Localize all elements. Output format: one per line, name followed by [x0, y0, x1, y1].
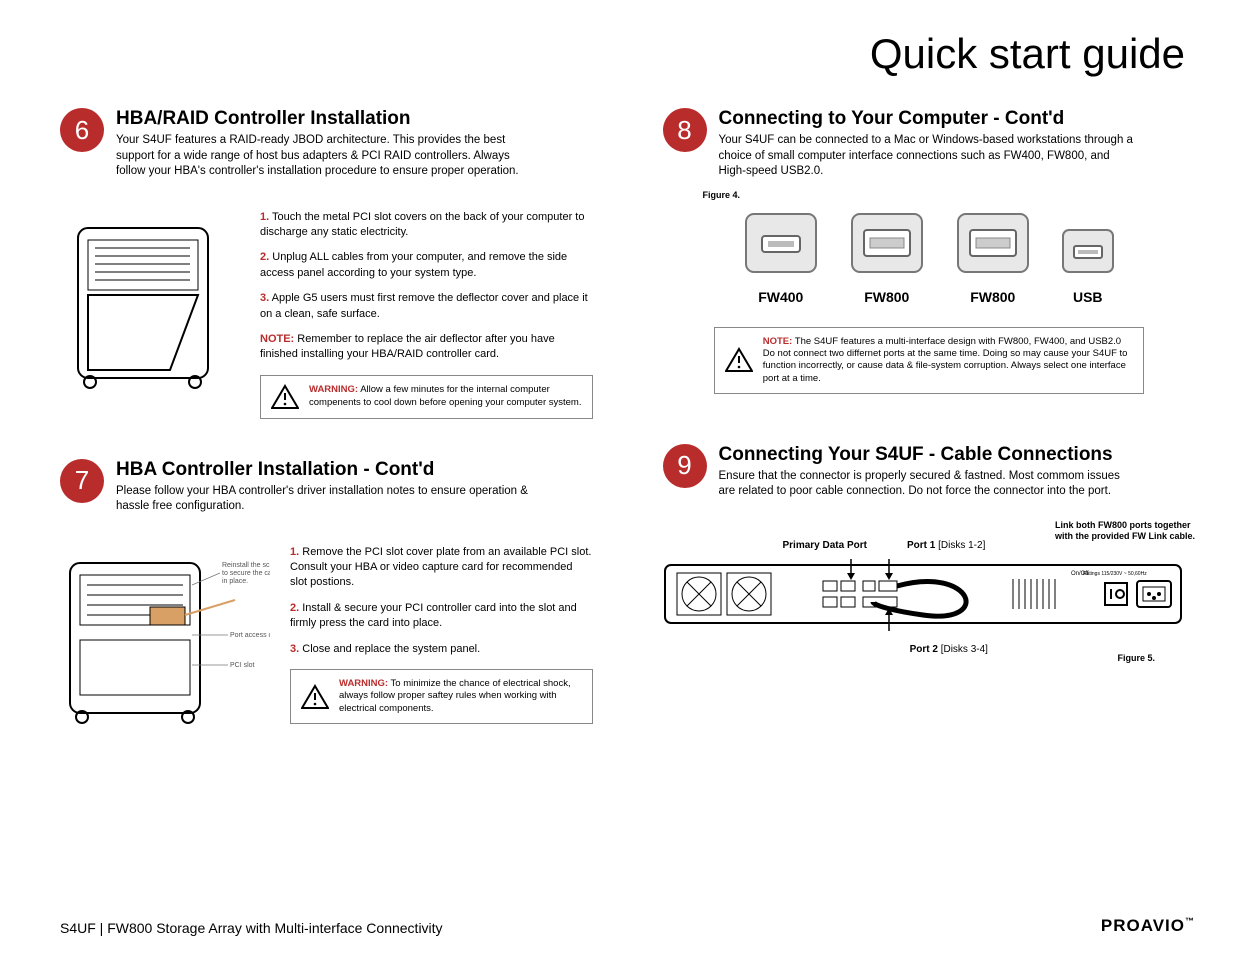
port-usb-icon — [1060, 226, 1116, 278]
port-label-usb: USB — [1060, 289, 1116, 305]
port-fw800-icon — [954, 208, 1032, 278]
section-8-title: Connecting to Your Computer - Cont'd — [719, 108, 1139, 130]
port-fw800-icon — [848, 208, 926, 278]
footer-product: S4UF | FW800 Storage Array with Multi-in… — [60, 920, 443, 936]
s6-step3: Apple G5 users must first remove the def… — [260, 292, 588, 319]
s8-note: The S4UF features a multi-interface desi… — [763, 336, 1128, 384]
illustration-computer-open — [60, 210, 240, 390]
callout-c: PCI slot — [230, 662, 255, 669]
label-link-note: Link both FW800 ports together with the … — [1055, 520, 1195, 542]
page-footer: S4UF | FW800 Storage Array with Multi-in… — [60, 916, 1195, 936]
port-label-fw800-1: FW800 — [848, 289, 926, 305]
callout-b: Port access opening — [230, 632, 270, 639]
note-box-8: NOTE: The S4UF features a multi-interfac… — [714, 327, 1144, 394]
page-title: Quick start guide — [60, 30, 1185, 78]
s7-step1: Remove the PCI slot cover plate from an … — [290, 546, 591, 589]
section-7-title: HBA Controller Installation - Cont'd — [116, 459, 536, 481]
label-port2-sub: [Disks 3-4] — [941, 644, 988, 655]
warn-label: WARNING: — [309, 384, 358, 395]
label-primary-port: Primary Data Port — [783, 540, 867, 551]
step-badge-8: 8 — [663, 108, 707, 152]
figure-5-label: Figure 5. — [1117, 653, 1155, 663]
step-badge-7: 7 — [60, 459, 104, 503]
warning-icon — [271, 384, 299, 410]
warning-box-7: WARNING: To minimize the chance of elect… — [290, 669, 593, 724]
s6-step1: Touch the metal PCI slot covers on the b… — [260, 211, 584, 238]
note-label: NOTE: — [763, 336, 793, 347]
label-rating: Ratings 115/230V ~ 50,60Hz — [1083, 571, 1147, 577]
section-8-desc: Your S4UF can be connected to a Mac or W… — [719, 133, 1139, 180]
right-column: 8 Connecting to Your Computer - Cont'd Y… — [663, 108, 1196, 765]
section-9-title: Connecting Your S4UF - Cable Connections — [719, 444, 1139, 466]
s6-note: Remember to replace the air deflector af… — [260, 333, 555, 360]
step-badge-9: 9 — [663, 444, 707, 488]
section-6-title: HBA/RAID Controller Installation — [116, 108, 536, 130]
figure-4-label: Figure 4. — [703, 190, 1196, 200]
note-label: NOTE: — [260, 333, 294, 345]
port-fw400-icon — [742, 208, 820, 278]
left-column: 6 HBA/RAID Controller Installation Your … — [60, 108, 593, 765]
rear-panel-diagram: Primary Data Port Port 1 [Disks 1-2] Lin… — [663, 540, 1196, 655]
warning-icon — [301, 684, 329, 710]
section-6-desc: Your S4UF features a RAID-ready JBOD arc… — [116, 133, 536, 180]
section-6: 6 HBA/RAID Controller Installation Your … — [60, 108, 593, 419]
section-7: 7 HBA Controller Installation - Cont'd P… — [60, 459, 593, 725]
label-port2: Port 2 — [910, 644, 938, 655]
ports-illustration: FW400 FW800 FW800 — [663, 208, 1196, 305]
footer-brand: PROAVIO™ — [1101, 916, 1195, 936]
step-badge-6: 6 — [60, 108, 104, 152]
s6-step2: Unplug ALL cables from your computer, an… — [260, 251, 567, 278]
illustration-pci-install: Reinstall the screw to secure the card i… — [60, 545, 270, 725]
label-port1: Port 1 — [907, 540, 935, 551]
s7-step2: Install & secure your PCI controller car… — [290, 602, 577, 629]
content-columns: 6 HBA/RAID Controller Installation Your … — [60, 108, 1195, 765]
warning-box-6: WARNING: Allow a few minutes for the int… — [260, 375, 593, 419]
port-label-fw400: FW400 — [742, 289, 820, 305]
section-7-desc: Please follow your HBA controller's driv… — [116, 484, 536, 515]
section-9: 9 Connecting Your S4UF - Cable Connectio… — [663, 444, 1196, 655]
svg-text:in place.: in place. — [222, 578, 248, 585]
warning-icon — [725, 347, 753, 373]
warn-label: WARNING: — [339, 678, 388, 689]
s7-step3: Close and replace the system panel. — [302, 643, 480, 655]
section-8: 8 Connecting to Your Computer - Cont'd Y… — [663, 108, 1196, 394]
svg-text:to secure the card: to secure the card — [222, 570, 270, 577]
section-9-desc: Ensure that the connector is properly se… — [719, 469, 1139, 500]
label-port1-sub: [Disks 1-2] — [938, 540, 985, 551]
callout-a: Reinstall the screw — [222, 562, 270, 569]
port-label-fw800-2: FW800 — [954, 289, 1032, 305]
